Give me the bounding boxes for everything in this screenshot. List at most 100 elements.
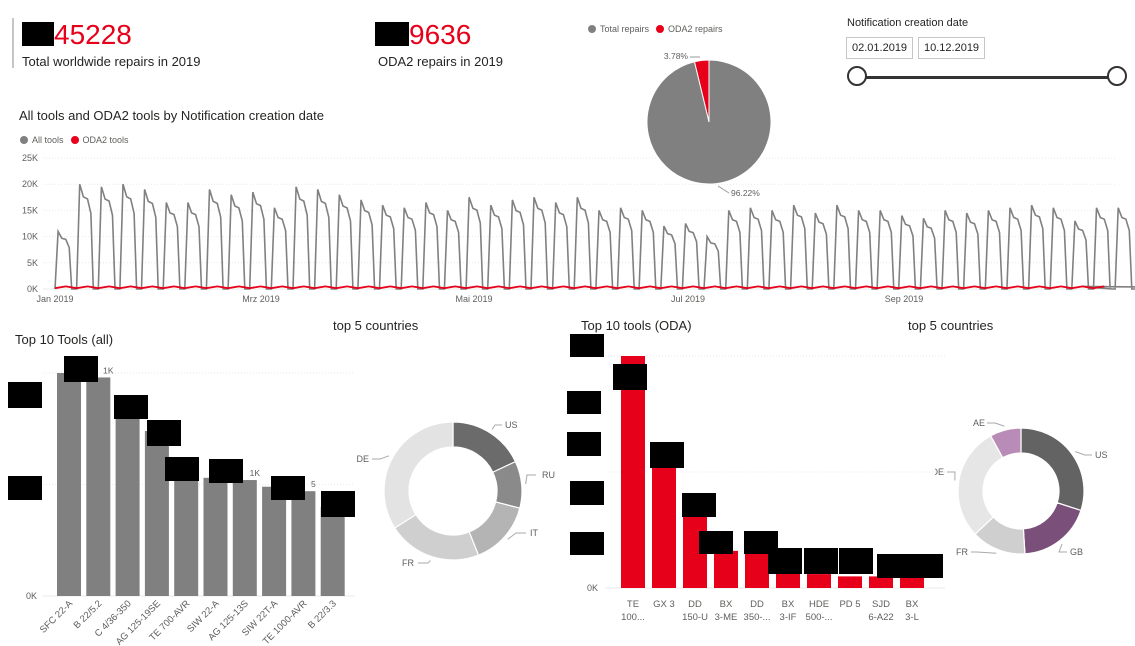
bar[interactable] — [57, 373, 81, 596]
top10-all-title: Top 10 Tools (all) — [15, 332, 114, 347]
leader-line — [1058, 543, 1067, 553]
x-tick-label: DD — [688, 599, 702, 610]
x-tick-label: Jul 2019 — [671, 294, 705, 304]
x-tick-label: DD — [750, 599, 764, 610]
bar[interactable] — [144, 430, 169, 596]
donut-label-fr: FR — [402, 558, 414, 568]
donut-label-ae: AE — [973, 418, 985, 428]
x-tick-label: B 22/3.3 — [306, 598, 339, 631]
y-tick-label: 10K — [22, 232, 38, 242]
redacted-block — [271, 476, 305, 500]
top10-oda-title: Top 10 tools (ODA) — [581, 318, 692, 333]
bar[interactable] — [900, 577, 924, 588]
redacted-block — [64, 356, 98, 382]
donut-all-title: top 5 countries — [333, 318, 419, 333]
donut-label-us: US — [505, 420, 518, 430]
x-tick-label: 150-U — [682, 612, 708, 623]
redacted-block — [570, 334, 604, 357]
donut-label-de: DE — [935, 467, 944, 477]
donut-label-ru: RU — [542, 470, 555, 480]
x-tick-label: 3-ME — [715, 612, 738, 623]
x-tick-label: BX — [782, 599, 795, 610]
leader-line — [525, 474, 536, 485]
x-tick-label: SFC 22-A — [38, 598, 76, 636]
redacted-block — [209, 459, 243, 483]
bar[interactable] — [232, 480, 257, 596]
redacted-block — [804, 548, 838, 574]
bar[interactable] — [745, 553, 769, 588]
redacted-block — [8, 382, 42, 408]
data-label: 5 — [311, 479, 316, 489]
y-tick-label: 0K — [587, 583, 598, 593]
x-tick-label: Mrz 2019 — [242, 294, 280, 304]
y-tick-label: 25K — [22, 153, 38, 163]
top10-all-chart: 0KSFC 22-A1B 22/5.21KC 4/36-350AG 125-19… — [26, 361, 355, 646]
bar[interactable] — [776, 571, 800, 588]
x-tick-label: 6-A22 — [868, 612, 893, 623]
leader-line — [372, 455, 390, 460]
leader-line — [1075, 451, 1092, 456]
redacted-block — [8, 476, 42, 500]
pie-label-oda2: 3.78% — [664, 51, 689, 61]
bar[interactable] — [86, 377, 111, 596]
y-tick-label: 20K — [22, 179, 38, 189]
leader-line — [987, 422, 1005, 427]
redacted-block — [570, 532, 604, 555]
redacted-block — [877, 554, 911, 578]
redacted-block — [909, 554, 943, 578]
x-tick-label: 350-... — [744, 612, 771, 623]
leader-line — [507, 532, 526, 540]
bar[interactable] — [203, 477, 228, 596]
redacted-block — [839, 548, 873, 574]
leader-line — [418, 560, 431, 564]
redacted-block — [147, 420, 181, 446]
redacted-block — [570, 481, 604, 505]
y-tick-label: 5K — [27, 258, 38, 268]
redacted-block — [567, 391, 601, 414]
data-label: 1K — [103, 365, 114, 375]
y-tick-label: 15K — [22, 205, 38, 215]
donut-label-it: IT — [530, 528, 539, 538]
bar[interactable] — [291, 491, 316, 596]
donut-label-us: US — [1095, 450, 1108, 460]
bar[interactable] — [838, 576, 862, 588]
redacted-block — [768, 548, 802, 574]
bar[interactable] — [807, 574, 831, 588]
bar[interactable] — [621, 356, 645, 588]
donut-oda-title: top 5 countries — [908, 318, 994, 333]
donut-slice-fr[interactable] — [393, 513, 480, 561]
x-tick-label: PD 5 — [839, 599, 860, 610]
series-oda2-tools-line — [54, 285, 1105, 290]
redacted-block — [682, 493, 716, 517]
pie-chart: 3.78% 96.22% — [646, 51, 772, 198]
redacted-block — [567, 432, 601, 456]
x-tick-label: Jan 2019 — [36, 294, 73, 304]
donut-slice-us[interactable] — [1020, 427, 1085, 512]
donut-oda-chart: US GB FR DE AE — [935, 418, 1108, 557]
leader-line — [947, 471, 956, 481]
donut-all-chart: US RU IT FR DE — [356, 420, 555, 568]
x-tick-label: GX 3 — [653, 599, 675, 610]
donut-slice-it[interactable] — [468, 501, 521, 556]
bar[interactable] — [262, 486, 287, 596]
donut-label-de: DE — [356, 454, 369, 464]
x-tick-label: 100... — [621, 612, 645, 623]
x-tick-label: BX — [720, 599, 733, 610]
y-tick-label: 0K — [27, 284, 38, 294]
pie-slice-total[interactable] — [646, 59, 772, 185]
bar[interactable] — [714, 550, 738, 588]
x-tick-label: Sep 2019 — [885, 294, 924, 304]
x-tick-label: 3-IF — [780, 612, 797, 623]
redacted-block — [613, 364, 647, 390]
x-tick-label: 500-... — [806, 612, 833, 623]
bar[interactable] — [869, 576, 893, 588]
redacted-block — [650, 442, 684, 468]
leader-line — [717, 185, 730, 194]
bar[interactable] — [652, 458, 676, 588]
x-tick-label: BX — [906, 599, 919, 610]
bar[interactable] — [115, 408, 140, 596]
x-tick-label: TE — [627, 599, 639, 610]
donut-label-fr: FR — [956, 547, 968, 557]
donut-slice-de[interactable] — [383, 421, 454, 529]
x-tick-label: SJD — [872, 599, 890, 610]
